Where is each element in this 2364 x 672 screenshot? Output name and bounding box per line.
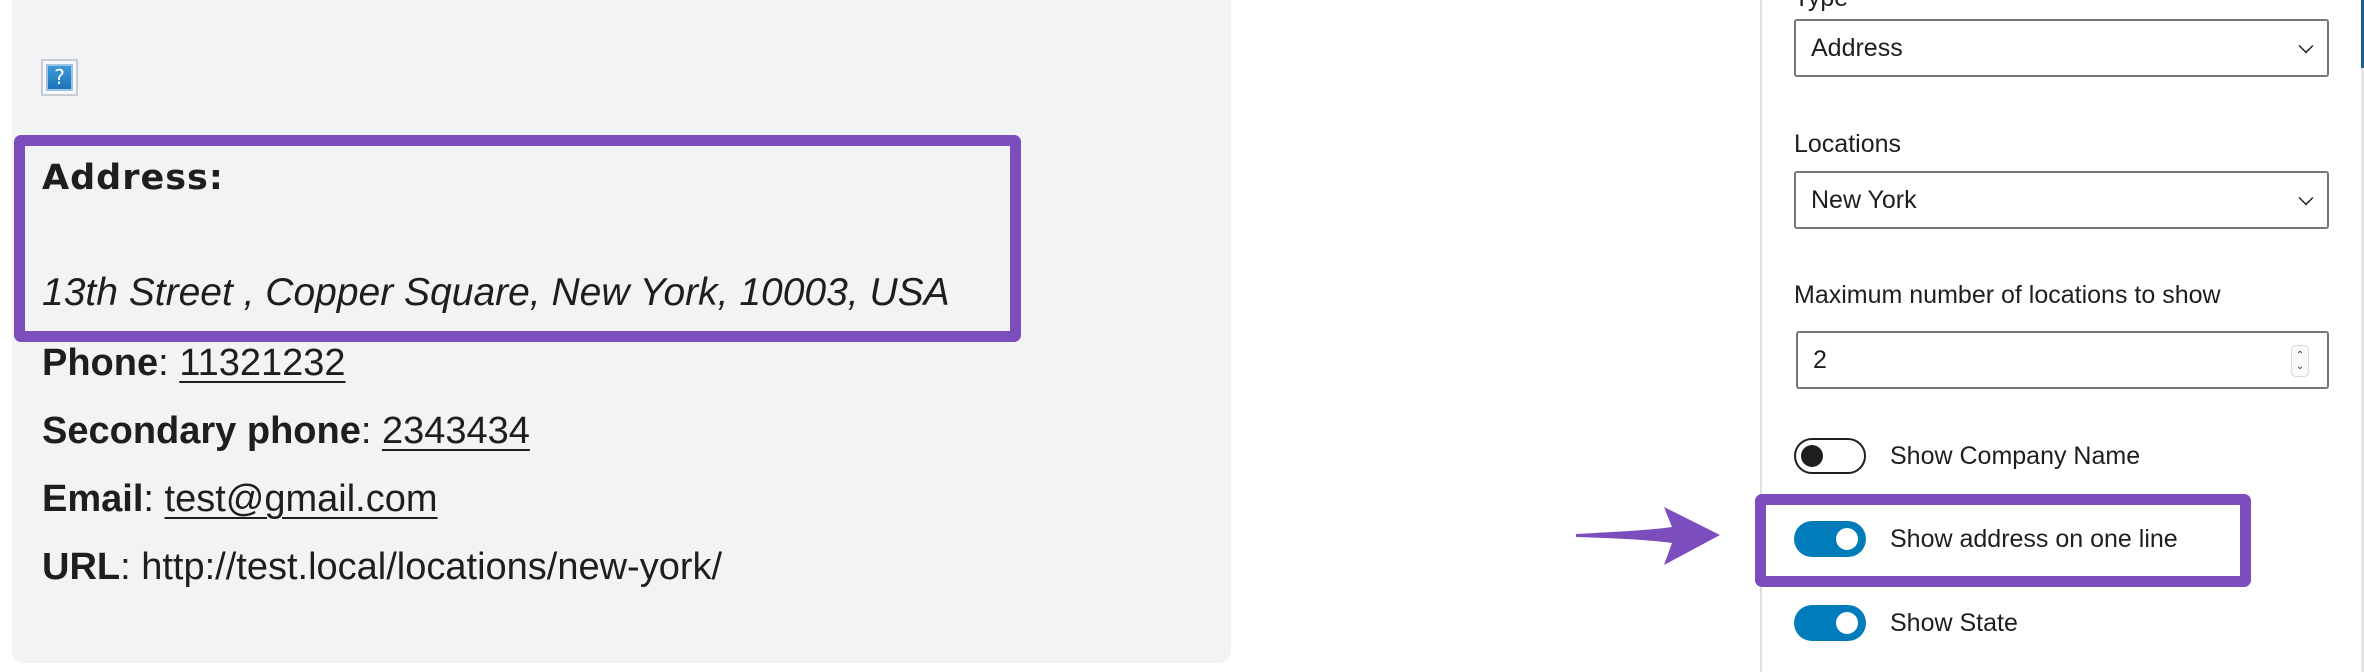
url-label: URL (42, 546, 121, 588)
show-state-label: Show State (1890, 608, 2018, 637)
toggle-row-show-company-name[interactable]: Show Company Name (1794, 438, 2140, 474)
annotation-arrow-icon (1576, 507, 1720, 565)
phone-link[interactable]: 11321232 (179, 342, 345, 384)
url-value: http://test.local/locations/new-york/ (141, 546, 723, 588)
phone-label: Phone (42, 342, 159, 384)
phone-separator: : (158, 342, 180, 384)
toggle-knob (1801, 445, 1823, 467)
locations-select[interactable]: New York (1794, 171, 2329, 229)
max-locations-label: Maximum number of locations to show (1794, 281, 2221, 309)
max-locations-input[interactable]: 2 ⌃ ⌄ (1796, 331, 2329, 389)
chevron-down-icon (2298, 190, 2314, 206)
help-icon[interactable]: ? (41, 59, 78, 96)
max-locations-value: 2 (1813, 345, 1827, 374)
email-separator: : (143, 478, 165, 520)
stepper-up-icon[interactable]: ⌃ (2296, 350, 2304, 361)
url-line: URL: http://test.local/locations/new-yor… (42, 546, 722, 589)
show-state-toggle[interactable] (1794, 605, 1866, 641)
number-stepper[interactable]: ⌃ ⌄ (2291, 345, 2309, 377)
address-value: 13th Street , Copper Square, New York, 1… (42, 271, 950, 314)
toggle-knob (1836, 528, 1858, 550)
show-address-one-line-toggle[interactable] (1794, 521, 1866, 557)
stepper-down-icon[interactable]: ⌄ (2296, 361, 2304, 372)
secondary-phone-link[interactable]: 2343434 (382, 410, 530, 452)
toggle-row-show-address-one-line[interactable]: Show address on one line (1794, 521, 2178, 557)
chevron-down-icon (2298, 38, 2314, 54)
secondary-phone-line: Secondary phone: 2343434 (42, 410, 530, 453)
email-link[interactable]: test@gmail.com (165, 478, 438, 520)
locations-label: Locations (1794, 130, 1902, 158)
locations-select-value: New York (1811, 185, 1917, 214)
question-mark-icon: ? (46, 64, 73, 91)
show-company-name-label: Show Company Name (1890, 441, 2141, 470)
type-select[interactable]: Address (1794, 19, 2329, 77)
secondary-phone-separator: : (360, 410, 382, 452)
address-label: Address: (42, 158, 224, 198)
type-label: Type (1794, 0, 1848, 13)
url-separator: : (120, 546, 142, 588)
email-line: Email: test@gmail.com (42, 478, 438, 521)
phone-line: Phone: 11321232 (42, 342, 346, 385)
show-address-one-line-label: Show address on one line (1890, 524, 2178, 553)
type-select-value: Address (1811, 33, 1903, 62)
show-company-name-toggle[interactable] (1794, 438, 1866, 474)
toggle-knob (1836, 612, 1858, 634)
secondary-phone-label: Secondary phone (42, 410, 361, 452)
email-label: Email (42, 478, 144, 520)
toggle-row-show-state[interactable]: Show State (1794, 605, 2018, 641)
